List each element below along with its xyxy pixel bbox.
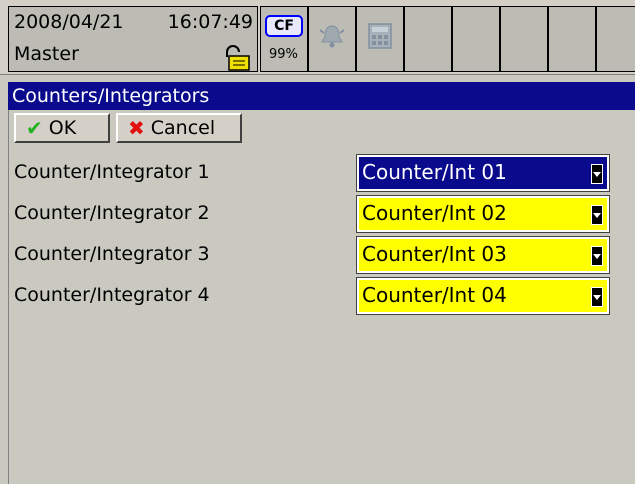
status-user: Master <box>14 43 79 65</box>
cancel-x-icon: ✖ <box>128 116 145 140</box>
dropdown-arrow-icon[interactable] <box>591 164 603 184</box>
cf-usage-percent: 99% <box>269 47 298 62</box>
dropdown-arrow-icon[interactable] <box>591 246 603 266</box>
counter-select-3-value: Counter/Int 03 <box>362 242 507 266</box>
cancel-button-label: Cancel <box>150 117 216 139</box>
row-label-4: Counter/Integrator 4 <box>14 284 210 306</box>
status-bar: 2008/04/21 16:07:49 Master CF 99% <box>0 0 635 75</box>
counter-select-4-value: Counter/Int 04 <box>362 283 507 307</box>
clock-panel: 2008/04/21 16:07:49 Master <box>8 6 258 72</box>
counter-select-1[interactable]: Counter/Int 01 <box>356 154 610 192</box>
row-label-1: Counter/Integrator 1 <box>14 161 210 183</box>
status-tile-3[interactable] <box>500 6 548 72</box>
cf-card-status[interactable]: CF 99% <box>260 6 308 72</box>
counter-select-2-value: Counter/Int 02 <box>362 201 507 225</box>
row-label-2: Counter/Integrator 2 <box>14 202 210 224</box>
status-date: 2008/04/21 <box>14 11 124 33</box>
status-tile-1[interactable] <box>404 6 452 72</box>
calculator-tile[interactable] <box>356 6 404 72</box>
cancel-button[interactable]: ✖ Cancel <box>116 113 242 143</box>
alarm-tile[interactable] <box>308 6 356 72</box>
counter-select-1-value: Counter/Int 01 <box>362 160 507 184</box>
status-time: 16:07:49 <box>167 11 253 33</box>
ok-button-label: OK <box>48 117 77 139</box>
row-label-3: Counter/Integrator 3 <box>14 243 210 265</box>
ok-check-icon: ✔ <box>26 116 43 140</box>
status-tile-2[interactable] <box>452 6 500 72</box>
status-tile-5[interactable] <box>596 6 635 72</box>
window-title: Counters/Integrators <box>8 82 635 110</box>
calculator-icon <box>368 23 392 49</box>
counter-select-2[interactable]: Counter/Int 02 <box>356 195 610 233</box>
dropdown-arrow-icon[interactable] <box>591 205 603 225</box>
lock-icon[interactable] <box>221 45 251 71</box>
cf-card-icon: CF <box>265 15 303 37</box>
counter-select-3[interactable]: Counter/Int 03 <box>356 236 610 274</box>
status-tile-4[interactable] <box>548 6 596 72</box>
panel-edge <box>8 110 9 484</box>
ok-button[interactable]: ✔ OK <box>14 113 110 143</box>
dropdown-arrow-icon[interactable] <box>591 287 603 307</box>
alarm-bell-icon <box>319 25 345 48</box>
counter-select-4[interactable]: Counter/Int 04 <box>356 277 610 315</box>
